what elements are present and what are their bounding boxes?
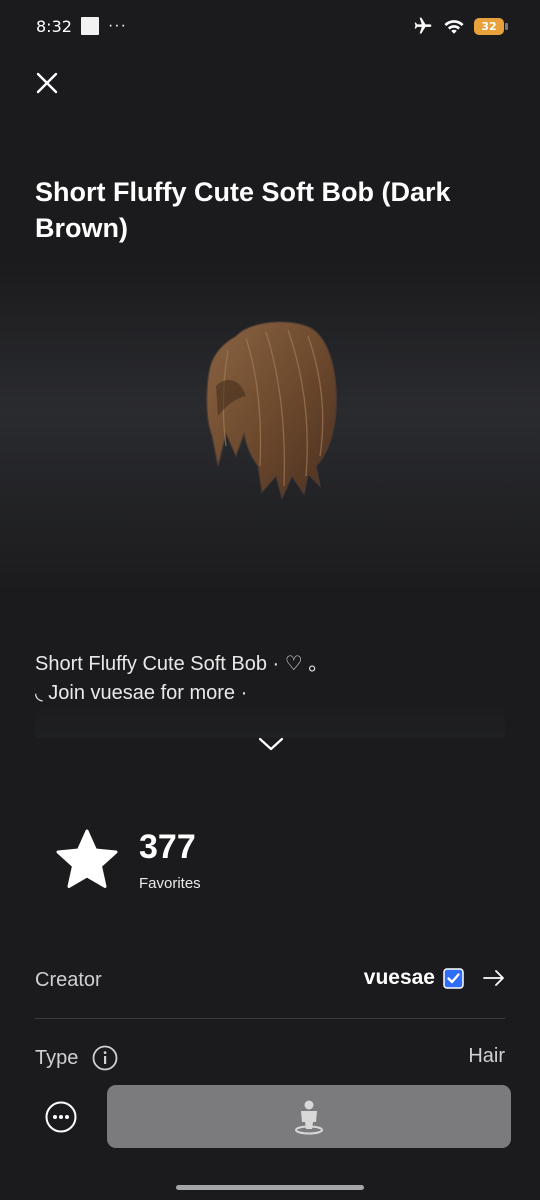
star-icon[interactable]	[55, 828, 119, 890]
creator-name[interactable]: vuesae	[364, 966, 435, 990]
chevron-down-icon[interactable]	[256, 732, 286, 756]
wifi-icon	[444, 20, 464, 34]
favorites-label: Favorites	[139, 875, 201, 892]
type-label: Type	[35, 1046, 79, 1069]
status-icons: 32	[412, 16, 508, 36]
item-description: Short Fluffy Cute Soft Bob · ♡ 。 ◟ Join …	[35, 650, 505, 708]
creator-link[interactable]: vuesae	[364, 966, 506, 990]
description-line-2: ◟ Join vuesae for more ·	[35, 682, 248, 704]
description-line-1: Short Fluffy Cute Soft Bob · ♡ 。	[35, 653, 329, 675]
status-more-dots: ···	[107, 17, 127, 34]
airplane-icon	[414, 17, 432, 34]
item-title: Short Fluffy Cute Soft Bob (Dark Brown)	[35, 177, 451, 243]
home-indicator[interactable]	[176, 1185, 364, 1190]
type-value: Hair	[468, 1045, 505, 1067]
favorites-count: 377	[139, 828, 196, 866]
notification-square-icon	[80, 17, 99, 35]
battery-icon: 32	[474, 17, 508, 35]
type-row: Type	[35, 1045, 118, 1071]
hair-preview-image	[206, 321, 337, 500]
verified-badge-icon	[443, 967, 464, 989]
arrow-right-icon[interactable]	[482, 968, 506, 988]
divider	[35, 1018, 505, 1019]
close-icon[interactable]	[32, 68, 62, 98]
avatar-try-on-icon	[295, 1100, 323, 1134]
creator-label: Creator	[35, 969, 102, 991]
status-time: 8:32	[36, 16, 72, 36]
status-bar: 8:32 ··· 32	[0, 0, 540, 52]
more-options-icon[interactable]	[45, 1101, 77, 1133]
info-icon[interactable]	[92, 1045, 118, 1071]
try-on-button[interactable]	[107, 1085, 511, 1148]
